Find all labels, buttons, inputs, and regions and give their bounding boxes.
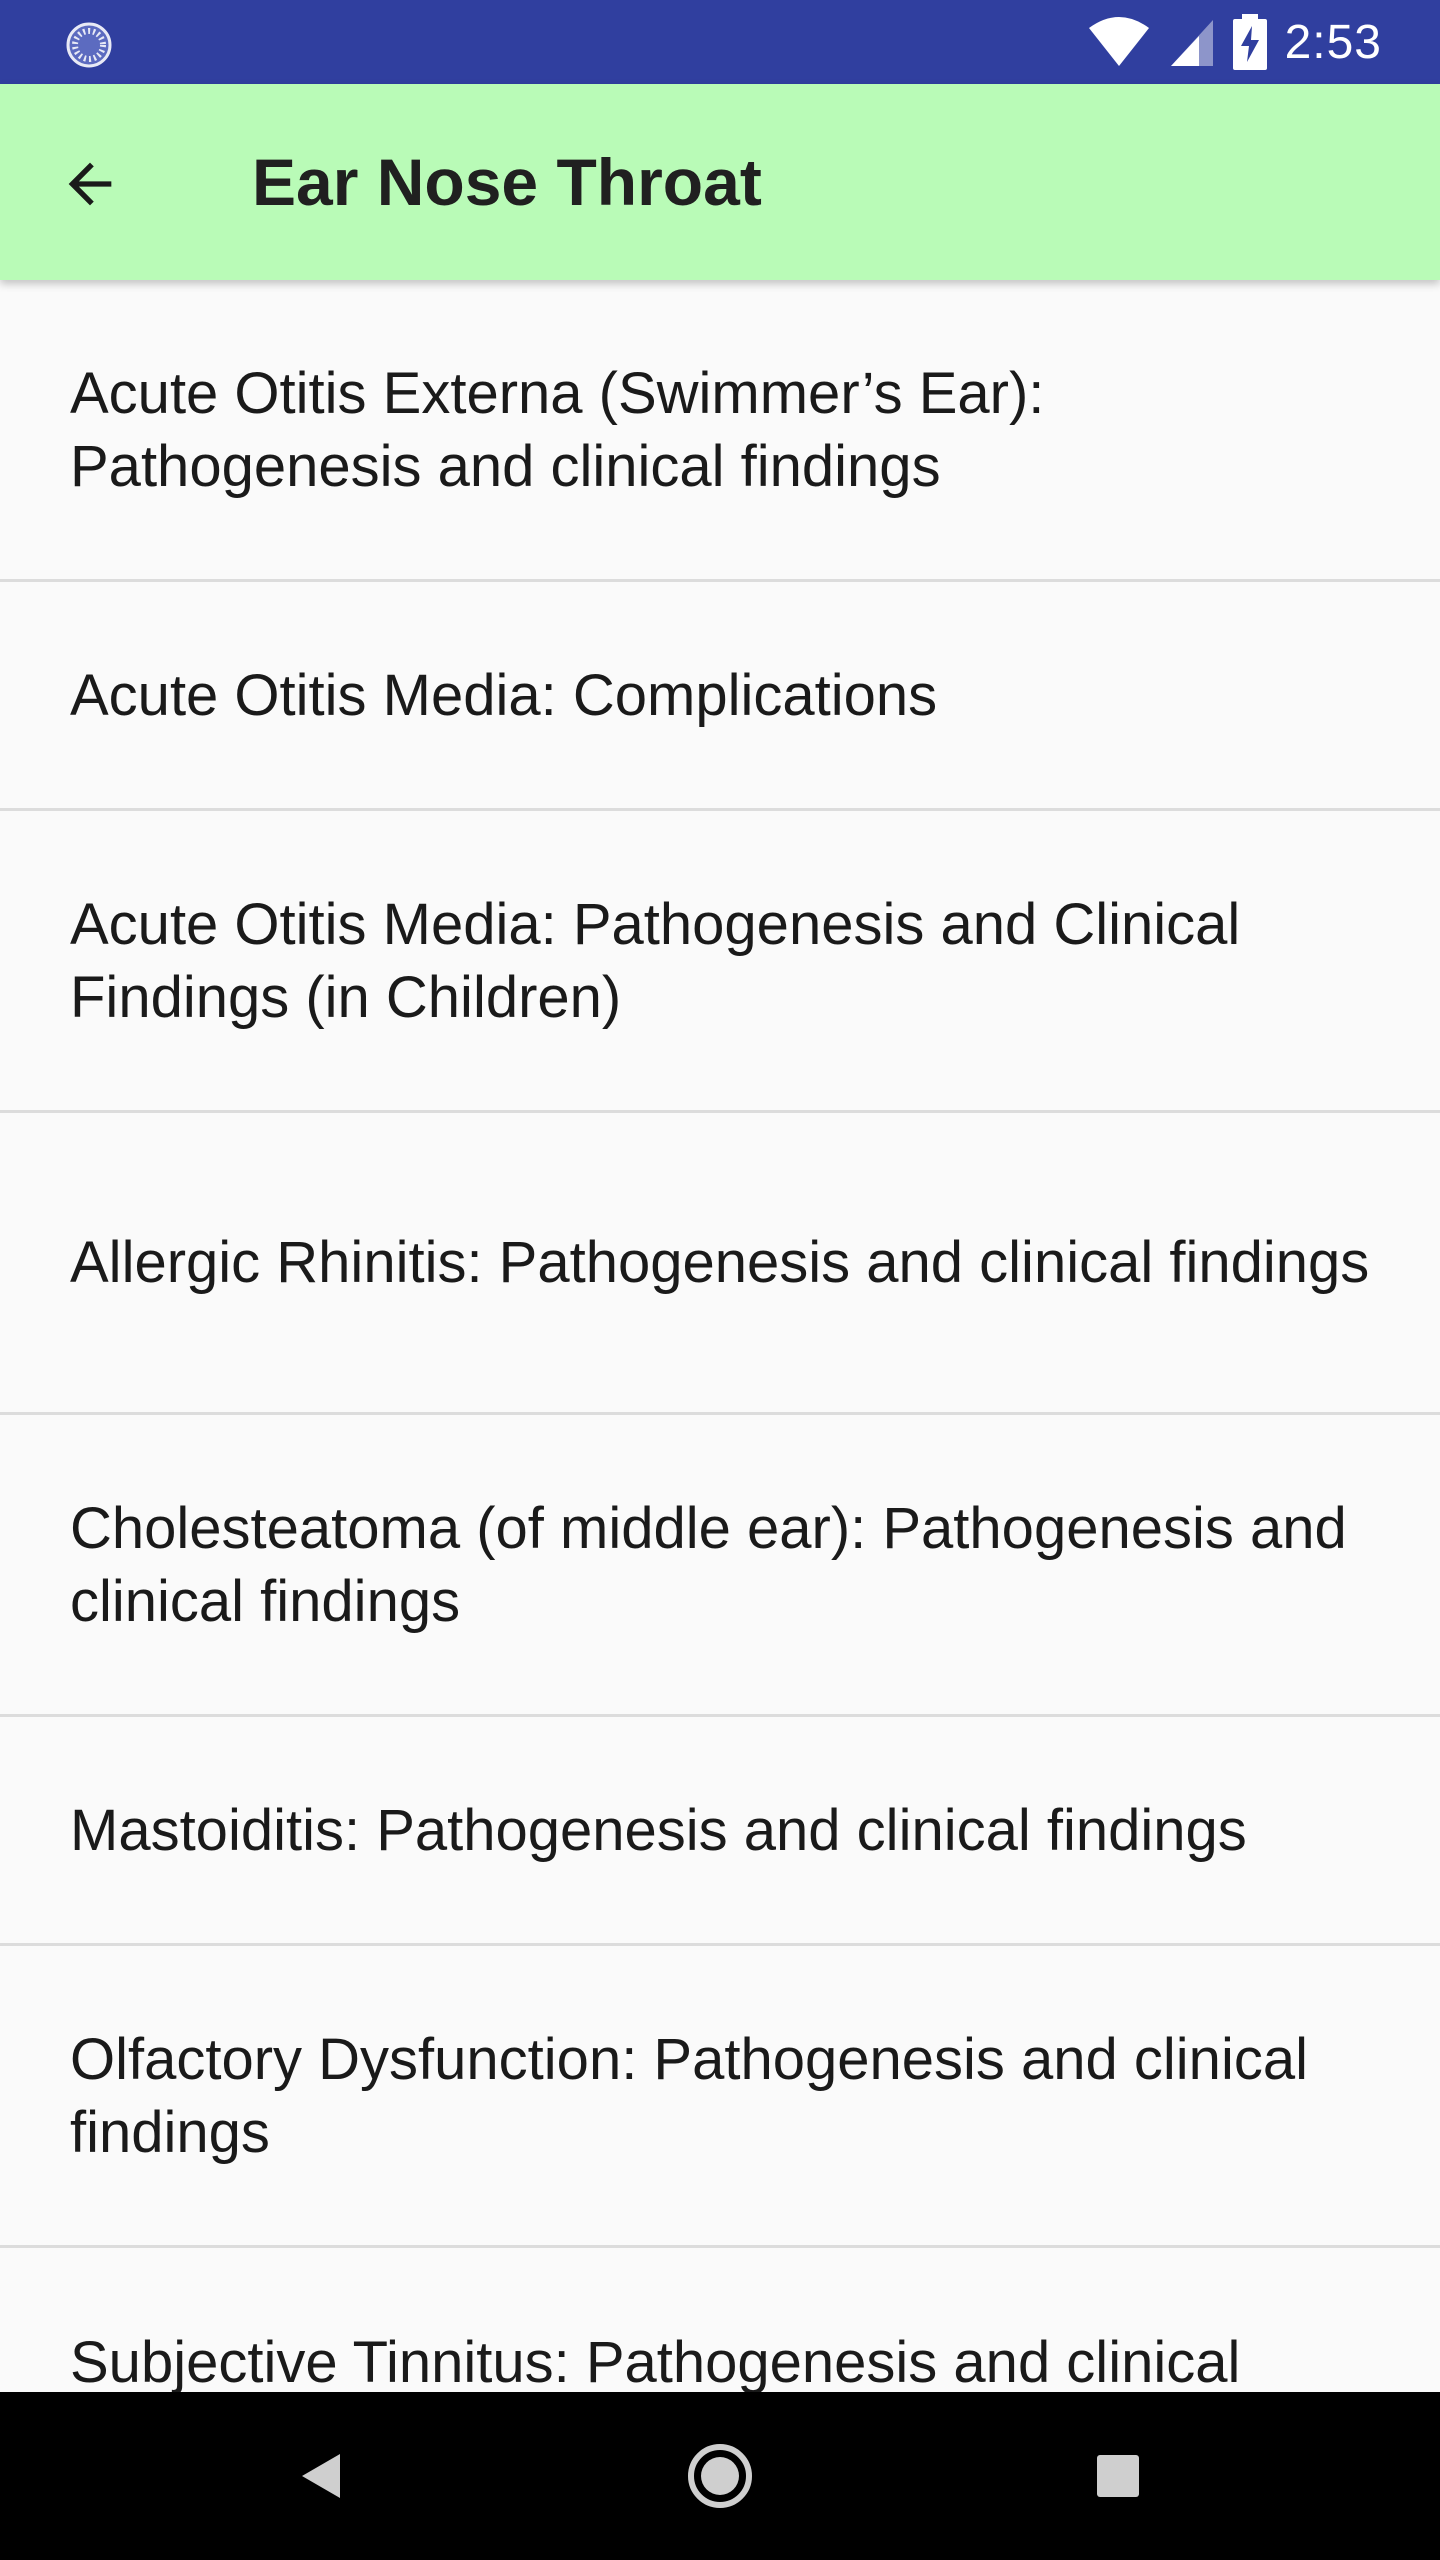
nav-recents-button[interactable]: [1068, 2426, 1168, 2526]
list-item-mastoiditis[interactable]: Mastoiditis: Pathogenesis and clinical f…: [0, 1717, 1440, 1946]
list-item-label: Allergic Rhinitis: Pathogenesis and clin…: [70, 1230, 1370, 1295]
back-triangle-icon: [302, 2454, 340, 2498]
arrow-back-icon: [68, 162, 112, 206]
list-item-label: Subjective Tinnitus: Pathogenesis and cl…: [70, 2330, 1241, 2392]
list-item-subjective-tinnitus[interactable]: Subjective Tinnitus: Pathogenesis and cl…: [0, 2248, 1440, 2392]
list-item-acute-otitis-externa[interactable]: Acute Otitis Externa (Swimmer’s Ear): Pa…: [0, 280, 1440, 582]
nav-back-button[interactable]: [270, 2426, 370, 2526]
list-item-olfactory-dysfunction[interactable]: Olfactory Dysfunction: Pathogenesis and …: [0, 1946, 1440, 2248]
list-item-label: Acute Otitis Media: Pathogenesis and Cli…: [70, 891, 1241, 1030]
list-item-cholesteatoma[interactable]: Cholesteatoma (of middle ear): Pathogene…: [0, 1415, 1440, 1717]
cellular-signal-icon: [1170, 20, 1213, 66]
loading-spinner-icon: [66, 22, 112, 68]
list-item-acute-otitis-media-complications[interactable]: Acute Otitis Media: Complications: [0, 582, 1440, 811]
app-bar: Ear Nose Throat: [0, 84, 1440, 280]
navigation-bar: [0, 2392, 1440, 2560]
status-bar: 2:53: [0, 0, 1440, 84]
back-button[interactable]: [40, 134, 140, 234]
list-item-allergic-rhinitis[interactable]: Allergic Rhinitis: Pathogenesis and clin…: [0, 1113, 1440, 1415]
recents-square-icon: [1097, 2455, 1139, 2497]
page-title: Ear Nose Throat: [252, 145, 762, 219]
list-item-label: Acute Otitis Externa (Swimmer’s Ear): Pa…: [70, 360, 1045, 499]
list-item-label: Olfactory Dysfunction: Pathogenesis and …: [70, 2026, 1308, 2165]
nav-home-button[interactable]: [670, 2426, 770, 2526]
home-circle-icon: [688, 2444, 752, 2508]
list-item-label: Cholesteatoma (of middle ear): Pathogene…: [70, 1495, 1347, 1634]
list-item-acute-otitis-media-children[interactable]: Acute Otitis Media: Pathogenesis and Cli…: [0, 811, 1440, 1113]
battery-charging-icon: [1232, 14, 1267, 70]
list-item-label: Mastoiditis: Pathogenesis and clinical f…: [70, 1797, 1247, 1863]
topic-list[interactable]: Acute Otitis Externa (Swimmer’s Ear): Pa…: [0, 280, 1440, 2392]
screen: 2:53 Ear Nose Throat Acute Otitis Extern…: [0, 0, 1440, 2560]
list-item-label: Acute Otitis Media: Complications: [70, 662, 938, 728]
status-time: 2:53: [1284, 15, 1382, 69]
wifi-icon: [1088, 17, 1149, 66]
status-icons: 2:53: [1087, 0, 1382, 84]
